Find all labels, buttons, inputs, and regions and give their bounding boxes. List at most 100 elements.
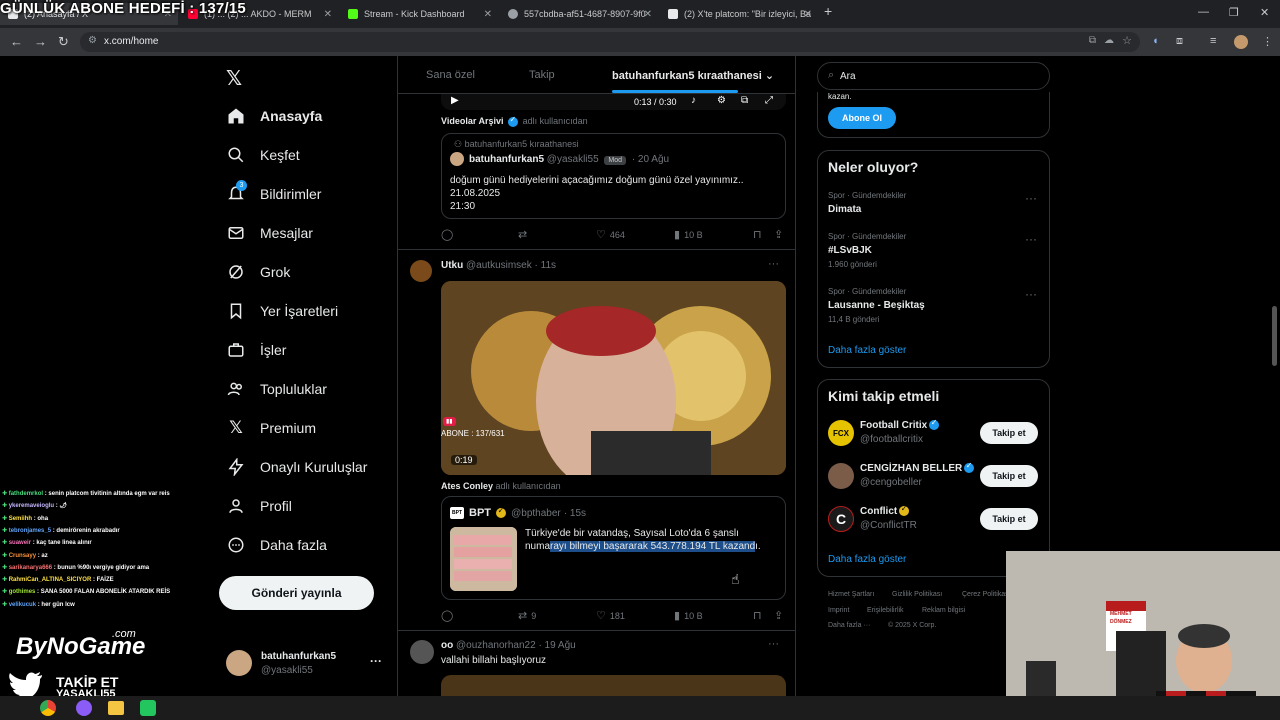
settings-icon[interactable]: ⚙ [717, 95, 726, 106]
nav-home[interactable]: Anasayfa [226, 101, 322, 131]
quoted-post[interactable]: ⚇ batuhanfurkan5 kıraathanesi batuhanfur… [441, 133, 786, 219]
repost-author[interactable]: Videolar Arşivi [441, 116, 504, 126]
footer-link[interactable]: Çerez Politikası [962, 591, 1011, 598]
extension-sound-icon[interactable]: ◖ [1152, 35, 1159, 47]
avatar[interactable] [410, 260, 432, 282]
x-logo-icon[interactable]: 𝕏 [226, 66, 242, 91]
minimize-window-button[interactable]: — [1198, 6, 1209, 18]
post-more-icon[interactable]: ··· [768, 258, 779, 270]
quoted-post[interactable]: BPT BPT @bpthaber · 15s Türkiye'de bir v… [441, 496, 786, 600]
browser-tab-uuid[interactable]: 557cbdba-af51-4687-8907-9f0 ✕ [500, 3, 658, 25]
footer-link[interactable]: Daha fazla ··· [828, 622, 870, 629]
post-more-icon[interactable]: ··· [768, 638, 779, 650]
share-button[interactable]: ⇪ [774, 228, 787, 241]
back-button[interactable]: ← [10, 34, 23, 49]
post-author[interactable]: Utku [441, 260, 463, 271]
nav-notifications[interactable]: 3 Bildirimler [226, 179, 321, 209]
bookmark-star-icon[interactable]: ☆ [1122, 34, 1132, 47]
new-tab-button[interactable]: + [824, 3, 832, 19]
trend-item[interactable]: Spor · Gündemdekiler Lausanne - Beşiktaş… [818, 283, 1049, 333]
install-app-icon[interactable]: ⧉ [1089, 35, 1096, 46]
nav-grok[interactable]: Grok [226, 257, 290, 287]
share-button[interactable]: ⇪ [774, 609, 787, 622]
tab-community[interactable]: batuhanfurkan5 kıraathanesi ⌄ [612, 69, 774, 82]
follow-suggestion[interactable]: CENGİZHAN BELLER @cengobeller Takip et [818, 461, 1049, 497]
footer-link[interactable]: Erişilebilirlik [867, 607, 904, 614]
nav-premium[interactable]: 𝕏 Premium [226, 413, 316, 443]
follow-button[interactable]: Takip et [980, 508, 1038, 530]
reply-button[interactable]: ◯ [441, 609, 457, 622]
post-button[interactable]: Gönderi yayınla [219, 576, 374, 610]
close-tab-icon[interactable]: ✕ [644, 9, 652, 20]
quoted-post-image[interactable] [450, 527, 517, 591]
omnibox[interactable]: ⚙ x.com/home ⧉ ☁ ☆ [80, 32, 1140, 52]
trend-item[interactable]: Spor · Gündemdekiler #LSvBJK 1.960 gönde… [818, 228, 1049, 278]
footer-link[interactable]: Gizlilik Politikası [892, 591, 942, 598]
footer-link[interactable]: Hizmet Şartları [828, 591, 874, 598]
follow-button[interactable]: Takip et [980, 422, 1038, 444]
chrome-taskbar-icon[interactable] [40, 700, 56, 716]
forward-button[interactable]: → [34, 34, 47, 49]
browser-tab-kick[interactable]: Stream - Kick Dashboard ✕ [340, 3, 498, 25]
like-button[interactable]: ♡ 181 [596, 609, 625, 622]
nav-more[interactable]: Daha fazla [226, 530, 327, 560]
trend-item[interactable]: Spor · Gündemdekiler Dimata ··· [818, 187, 1049, 227]
nav-messages[interactable]: Mesajlar [226, 218, 313, 248]
trends-show-more-link[interactable]: Daha fazla göster [828, 345, 906, 356]
browser-tab-x-post[interactable]: (2) X'te platcom: "Bir izleyici, Ba ✕ [660, 3, 818, 25]
app-taskbar-icon[interactable] [140, 700, 156, 716]
app-taskbar-icon[interactable] [76, 700, 92, 716]
reply-button[interactable]: ◯ [441, 228, 457, 241]
like-button[interactable]: ♡ 464 [596, 228, 625, 241]
play-icon[interactable]: ▶ [451, 95, 459, 106]
nav-profile[interactable]: Profil [226, 491, 292, 521]
search-input[interactable]: Ara [840, 71, 856, 82]
media-control-icon[interactable]: ≡ [1210, 35, 1216, 47]
extensions-puzzle-icon[interactable]: ⧈ [1176, 35, 1183, 48]
nav-jobs[interactable]: İşler [226, 335, 286, 365]
post-author[interactable]: oo [441, 640, 453, 651]
views-button[interactable]: ▮ 10 B [674, 228, 703, 241]
bookmark-button[interactable]: ⊓ [753, 609, 766, 622]
nav-verified-orgs[interactable]: Onaylı Kuruluşlar [226, 452, 367, 482]
post-author[interactable]: BPT [469, 507, 491, 519]
close-tab-icon[interactable]: ✕ [484, 9, 492, 20]
search-box[interactable]: ⌕ Ara [817, 62, 1050, 90]
nav-bookmarks[interactable]: Yer İşaretleri [226, 296, 338, 326]
trend-more-icon[interactable]: ··· [1025, 191, 1037, 205]
pip-icon[interactable]: ⧉ [741, 95, 748, 106]
browser-menu-icon[interactable]: ⋮ [1262, 35, 1273, 48]
post-author[interactable]: batuhanfurkan5 [469, 154, 544, 165]
trend-more-icon[interactable]: ··· [1025, 287, 1037, 301]
close-tab-icon[interactable]: ✕ [324, 9, 332, 20]
trend-more-icon[interactable]: ··· [1025, 232, 1037, 246]
bookmark-button[interactable]: ⊓ [753, 228, 766, 241]
views-button[interactable]: ▮ 10 B [674, 609, 703, 622]
repost-author[interactable]: Ates Conley [441, 481, 493, 491]
footer-link[interactable]: Imprint [828, 607, 849, 614]
page-scrollbar[interactable] [1272, 306, 1277, 366]
subscribe-button[interactable]: Abone Ol [828, 107, 896, 129]
close-tab-icon[interactable]: ✕ [804, 9, 812, 20]
profile-avatar-icon[interactable] [1234, 35, 1248, 49]
reload-button[interactable]: ↻ [58, 34, 69, 50]
cloud-icon[interactable]: ☁ [1104, 35, 1114, 46]
repost-button[interactable]: ⇄ [518, 228, 531, 241]
maximize-window-button[interactable]: ❐ [1229, 6, 1239, 19]
footer-link[interactable]: Reklam bilgisi [922, 607, 965, 614]
site-info-icon[interactable]: ⚙ [88, 35, 97, 46]
close-window-button[interactable]: ✕ [1260, 6, 1269, 19]
follow-suggestion[interactable]: FCX Football Critix @footballcritix Taki… [818, 418, 1049, 454]
account-switcher[interactable]: batuhanfurkan5 @yasakli55 ··· [226, 648, 396, 682]
account-more-icon[interactable]: ··· [370, 654, 382, 668]
fullscreen-icon[interactable]: ⤢ [765, 95, 773, 106]
folder-taskbar-icon[interactable] [108, 701, 124, 715]
volume-icon[interactable]: ♪ [691, 95, 696, 106]
tab-following[interactable]: Takip [529, 69, 555, 81]
follow-button[interactable]: Takip et [980, 465, 1038, 487]
video-player-controls[interactable]: ▶ 0:13 / 0:30 ♪ ⚙ ⧉ ⤢ [441, 94, 786, 110]
avatar[interactable] [410, 640, 434, 664]
repost-button[interactable]: ⇄ 9 [518, 609, 536, 622]
tab-for-you[interactable]: Sana özel [426, 69, 475, 81]
who-show-more-link[interactable]: Daha fazla göster [828, 554, 906, 565]
